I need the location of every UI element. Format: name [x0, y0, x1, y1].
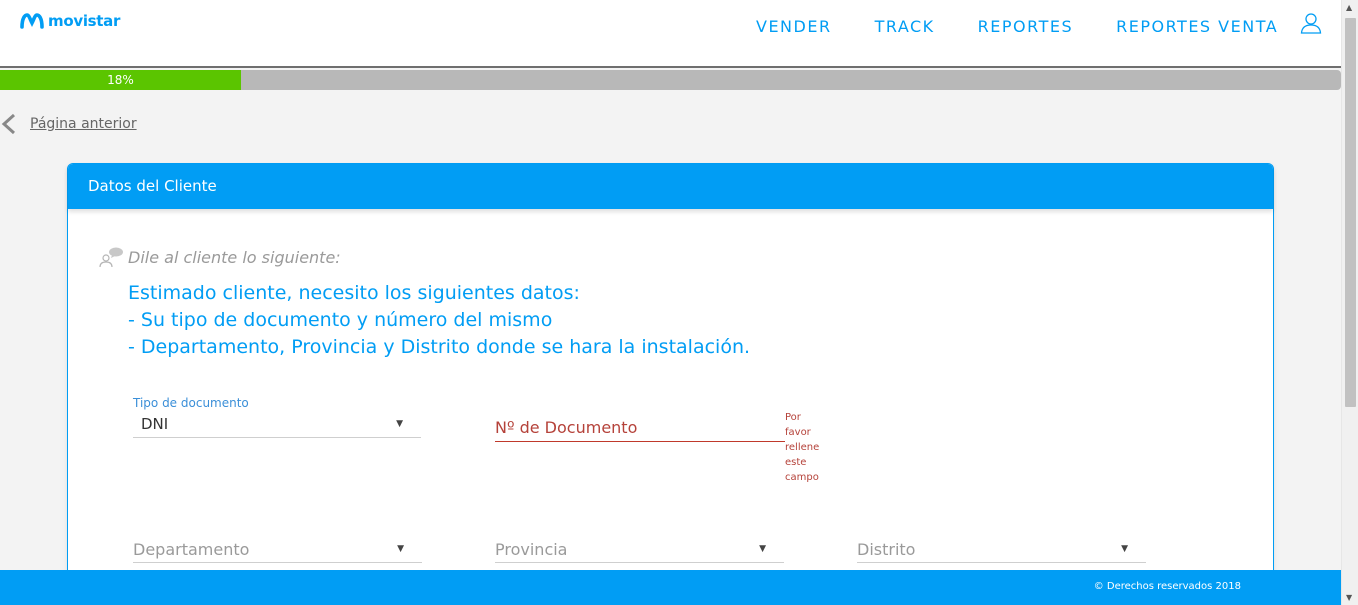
- speech-person-icon: [99, 247, 123, 268]
- provincia-placeholder: Provincia: [495, 540, 568, 559]
- provincia-select[interactable]: Provincia ▼: [495, 535, 784, 563]
- distrito-select[interactable]: Distrito ▼: [857, 535, 1146, 563]
- departamento-select[interactable]: Departamento ▼: [133, 535, 422, 563]
- provincia-field: Provincia ▼: [495, 535, 784, 563]
- scroll-up-icon[interactable]: ▲: [1346, 3, 1352, 12]
- card-title: Datos del Cliente: [68, 164, 1273, 209]
- say-label: Dile al cliente lo siguiente:: [128, 247, 341, 267]
- script-line: Estimado cliente, necesito los siguiente…: [128, 282, 580, 304]
- doc-number-placeholder: Nº de Documento: [495, 418, 638, 437]
- page-footer: © Derechos reservados 2018: [0, 570, 1341, 605]
- caret-down-icon: ▼: [396, 419, 403, 429]
- script-line: - Su tipo de documento y número del mism…: [128, 309, 553, 331]
- nav-item-reportes[interactable]: REPORTES: [978, 17, 1073, 36]
- doc-type-field: Tipo de documento DNI ▼: [133, 396, 421, 438]
- doc-number-error: Por favor rellene este campo: [785, 410, 825, 485]
- script-line: - Departamento, Provincia y Distrito don…: [128, 336, 751, 358]
- caret-down-icon: ▼: [759, 544, 766, 554]
- top-header: movistar VENDER TRACK REPORTES REPORTES …: [0, 0, 1341, 68]
- distrito-field: Distrito ▼: [857, 535, 1146, 563]
- nav-item-track[interactable]: TRACK: [875, 17, 935, 36]
- error-line: este: [785, 457, 807, 468]
- logo-text: movistar: [48, 12, 121, 30]
- back-link[interactable]: Página anterior: [0, 113, 137, 135]
- distrito-placeholder: Distrito: [857, 540, 916, 559]
- caret-down-icon: ▼: [397, 544, 404, 554]
- footer-copyright: © Derechos reservados 2018: [1093, 581, 1241, 592]
- back-link-label[interactable]: Página anterior: [30, 116, 137, 132]
- error-line: favor: [785, 427, 811, 438]
- page-scrollbar[interactable]: ▲ ▼: [1341, 0, 1358, 605]
- departamento-placeholder: Departamento: [133, 540, 250, 559]
- movistar-logo-icon: [20, 13, 44, 29]
- doc-type-value: DNI: [141, 415, 169, 433]
- nav-item-reportes-venta[interactable]: REPORTES VENTA: [1116, 17, 1278, 36]
- doc-number-input[interactable]: Nº de Documento: [495, 414, 785, 442]
- progress-bar: 18%: [0, 70, 1341, 90]
- caret-down-icon: ▼: [1121, 544, 1128, 554]
- error-line: campo: [785, 472, 819, 483]
- scroll-down-icon[interactable]: ▼: [1346, 593, 1352, 602]
- error-line: Por: [785, 412, 801, 423]
- movistar-logo[interactable]: movistar: [20, 12, 120, 30]
- nav-item-vender[interactable]: VENDER: [756, 17, 832, 36]
- client-data-card: Datos del Cliente Dile al cliente lo sig…: [67, 163, 1274, 583]
- doc-type-select[interactable]: DNI ▼: [133, 410, 421, 438]
- chevron-left-icon: [1, 113, 16, 135]
- doc-number-field: Nº de Documento: [495, 414, 785, 442]
- doc-type-label: Tipo de documento: [133, 396, 249, 410]
- say-to-client: Dile al cliente lo siguiente:: [98, 246, 341, 268]
- departamento-field: Departamento ▼: [133, 535, 422, 563]
- main-nav: VENDER TRACK REPORTES REPORTES VENTA: [756, 17, 1278, 36]
- client-script: Estimado cliente, necesito los siguiente…: [128, 280, 750, 361]
- error-line: rellene: [785, 442, 820, 453]
- progress-label: 18%: [107, 73, 134, 87]
- user-icon[interactable]: [1300, 12, 1322, 34]
- scroll-thumb[interactable]: [1345, 18, 1356, 407]
